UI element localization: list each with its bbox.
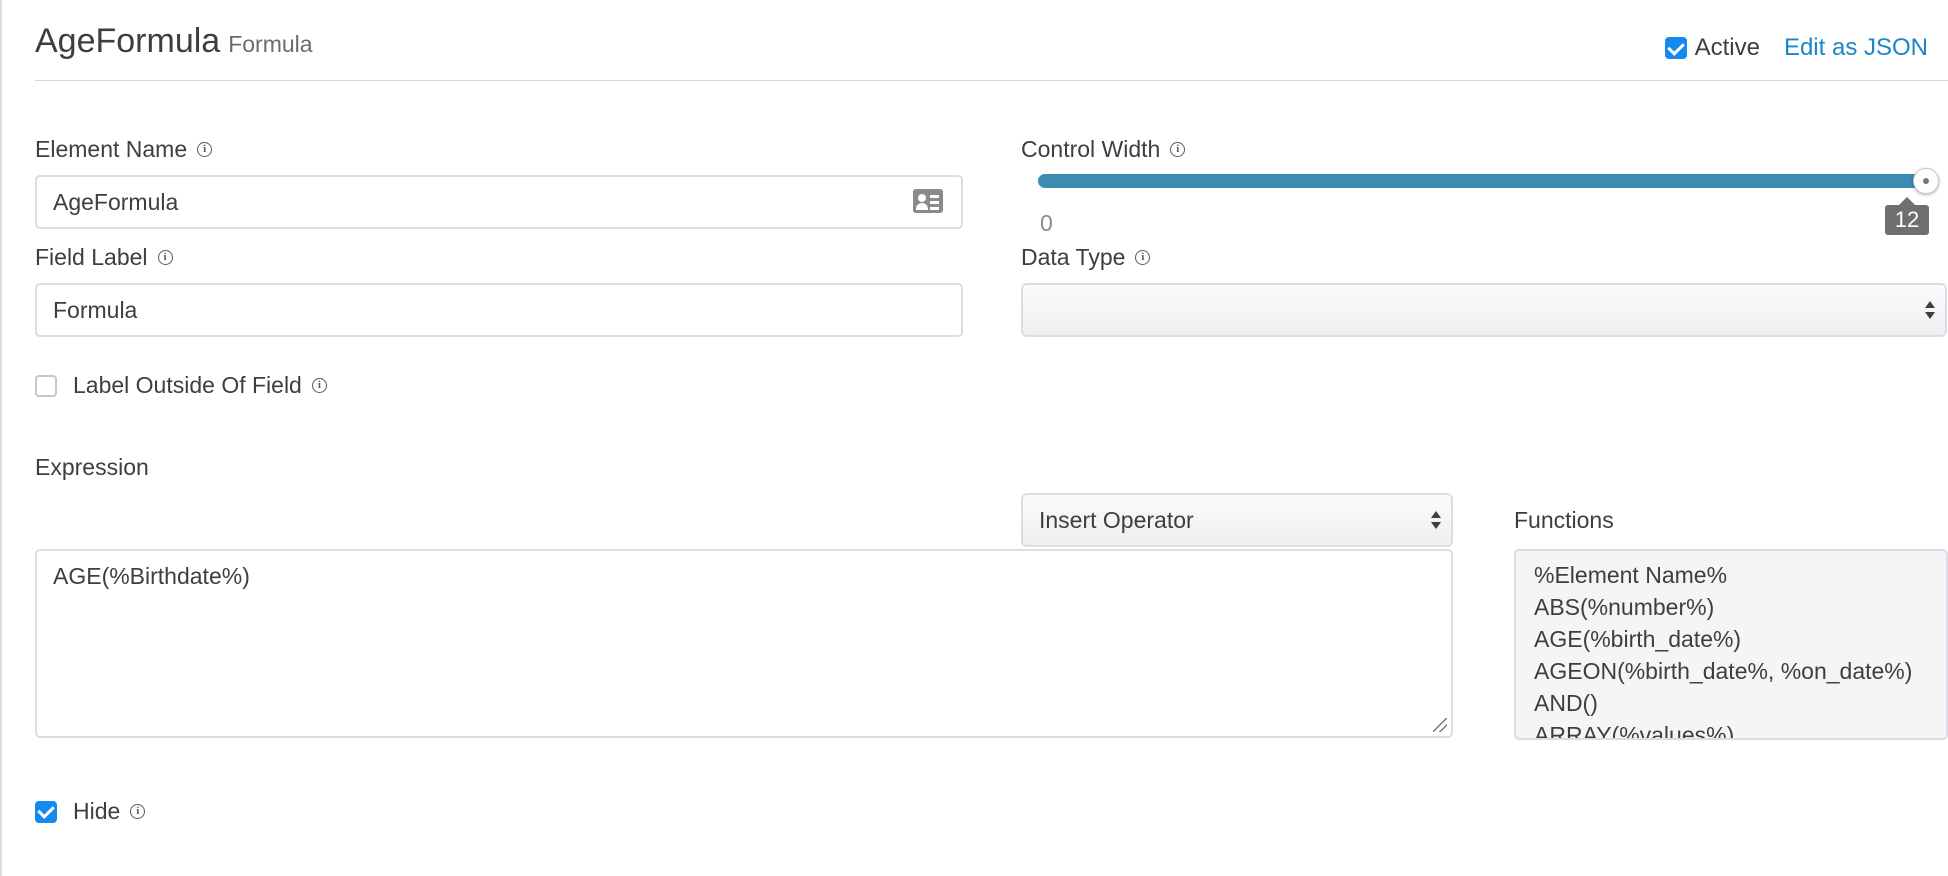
function-item[interactable]: ABS(%number%): [1534, 591, 1928, 623]
hide-checkbox[interactable]: [35, 800, 57, 823]
slider-min-label: 0: [1040, 210, 1053, 236]
formula-element-editor: AgeFormula Formula Active Edit as JSON El…: [0, 0, 1948, 876]
active-label: Active: [1694, 34, 1760, 61]
contact-card-icon: [913, 189, 943, 213]
info-icon[interactable]: i: [1170, 142, 1186, 157]
page-title: AgeFormula Formula: [35, 22, 313, 61]
data-type-select[interactable]: [1021, 283, 1947, 337]
element-name-value: AgeFormula: [53, 188, 179, 215]
control-width-label-text: Control Width: [1021, 136, 1161, 162]
info-icon[interactable]: i: [197, 142, 213, 157]
control-width-slider-handle[interactable]: [1913, 168, 1939, 194]
function-item[interactable]: ARRAY(%values%): [1534, 719, 1928, 738]
header-actions: Active Edit as JSON: [1664, 34, 1928, 62]
edit-as-json-link[interactable]: Edit as JSON: [1784, 34, 1928, 62]
function-item[interactable]: AGE(%birth_date%): [1534, 623, 1928, 655]
select-arrows-icon: [1431, 509, 1441, 531]
field-label-input[interactable]: Formula: [35, 283, 963, 337]
field-label-label: Field Label i: [35, 244, 173, 271]
functions-label: Functions: [1514, 507, 1614, 533]
label-outside-row: Label Outside Of Field i: [35, 372, 327, 399]
resize-handle-icon[interactable]: [1433, 718, 1447, 732]
insert-operator-value: Insert Operator: [1039, 506, 1194, 533]
function-item[interactable]: %Element Name%: [1534, 559, 1928, 591]
expression-textarea[interactable]: AGE(%Birthdate%): [35, 549, 1453, 738]
expression-label: Expression: [35, 454, 149, 480]
slider-value-badge: 12: [1885, 197, 1929, 235]
hide-row: Hide i: [35, 798, 146, 825]
info-icon[interactable]: i: [311, 378, 327, 393]
select-arrows-icon: [1925, 299, 1935, 321]
active-checkbox[interactable]: [1664, 37, 1687, 59]
expression-value: AGE(%Birthdate%): [53, 563, 250, 589]
element-title: AgeFormula: [35, 22, 221, 60]
header-divider: [35, 80, 1948, 81]
info-icon[interactable]: i: [1135, 250, 1151, 265]
function-item[interactable]: AGEON(%birth_date%, %on_date%): [1534, 655, 1928, 687]
data-type-label-text: Data Type: [1021, 244, 1126, 270]
label-outside-checkbox[interactable]: [35, 374, 57, 397]
functions-list[interactable]: %Element Name% ABS(%number%) AGE(%birth_…: [1514, 549, 1948, 740]
element-name-label-text: Element Name: [35, 136, 188, 162]
element-name-label: Element Name i: [35, 136, 213, 163]
insert-operator-select[interactable]: Insert Operator: [1021, 493, 1453, 547]
label-outside-label: Label Outside Of Field: [73, 372, 302, 398]
info-icon[interactable]: i: [130, 804, 146, 819]
control-width-slider-track[interactable]: [1038, 174, 1931, 188]
function-item[interactable]: AND(): [1534, 687, 1928, 719]
hide-label: Hide: [73, 798, 121, 824]
field-label-label-text: Field Label: [35, 244, 148, 270]
element-type-subtitle: Formula: [228, 31, 313, 57]
element-name-input[interactable]: AgeFormula: [35, 175, 963, 229]
field-label-value: Formula: [53, 296, 138, 323]
data-type-label: Data Type i: [1021, 244, 1151, 271]
control-width-label: Control Width i: [1021, 136, 1186, 163]
info-icon[interactable]: i: [157, 250, 173, 265]
